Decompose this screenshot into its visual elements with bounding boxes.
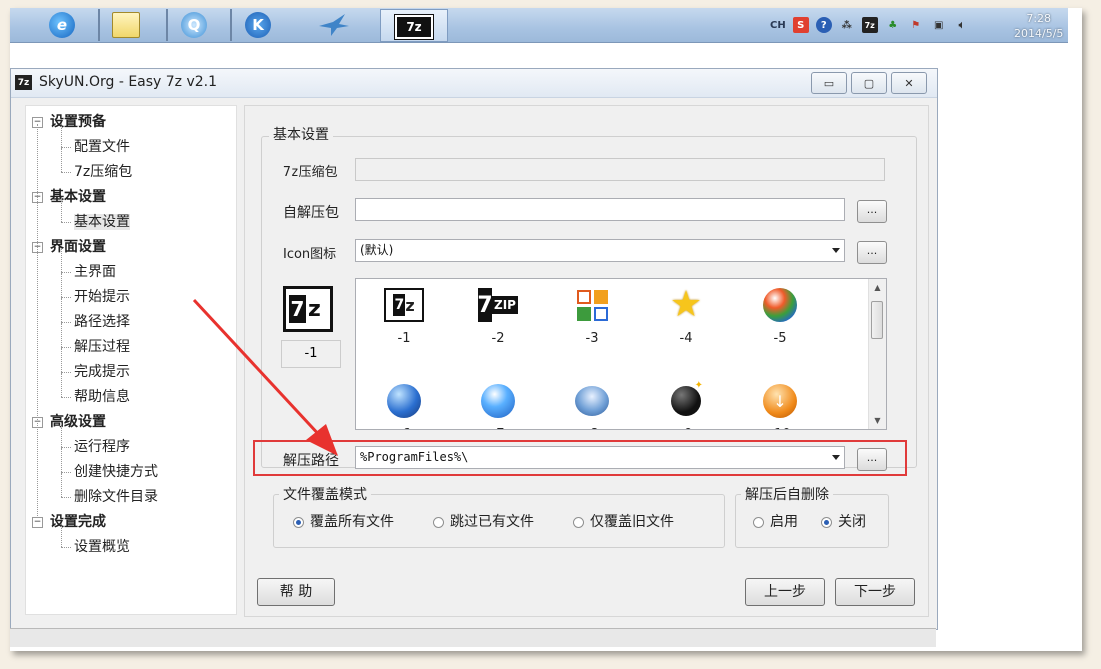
annotation-arrow [192, 298, 338, 456]
